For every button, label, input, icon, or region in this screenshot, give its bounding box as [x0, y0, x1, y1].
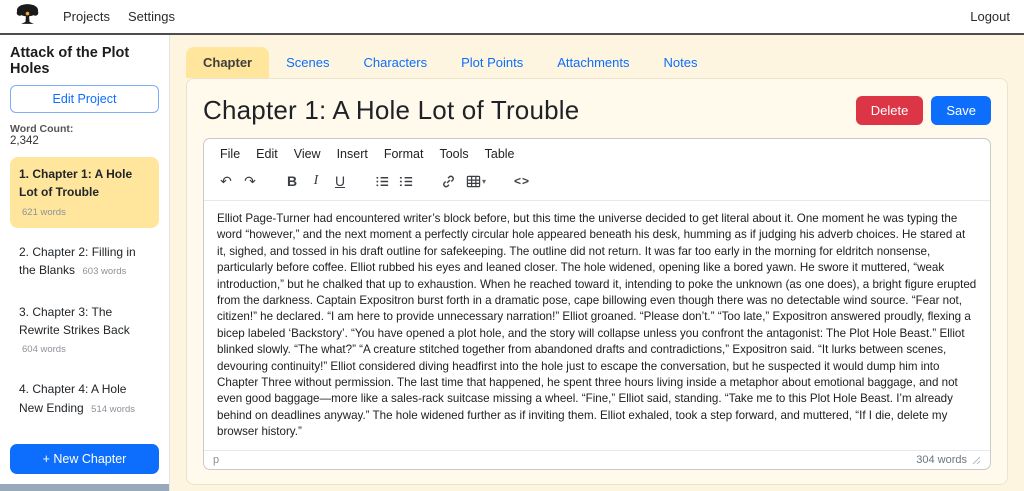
- code-group: <>: [510, 169, 534, 193]
- chapter-actions: Delete Save: [856, 96, 991, 125]
- editor-content-area[interactable]: Elliot Page-Turner had encountered write…: [204, 201, 990, 450]
- chevron-down-icon: ▾: [482, 177, 486, 186]
- history-group: ↶ ↷: [214, 169, 262, 193]
- word-count-label: Word Count:: [10, 123, 159, 135]
- menu-edit[interactable]: Edit: [248, 144, 286, 164]
- section-tabs: Chapter Scenes Characters Plot Points At…: [186, 47, 1008, 78]
- chapter-list-item-4[interactable]: 4. Chapter 4: A Hole New Ending 514 word…: [10, 372, 159, 425]
- sidebar-horizontal-scrollbar: [0, 484, 169, 491]
- redo-icon[interactable]: ↷: [238, 169, 262, 193]
- format-group: B I U: [280, 169, 352, 193]
- nav-link-projects[interactable]: Projects: [63, 9, 110, 24]
- resize-handle-icon[interactable]: [972, 456, 981, 465]
- scrollbar-thumb[interactable]: [0, 484, 169, 491]
- menu-view[interactable]: View: [286, 144, 329, 164]
- chapter-title: 3. Chapter 3: The Rewrite Strikes Back: [19, 305, 130, 337]
- underline-button[interactable]: U: [328, 169, 352, 193]
- menu-format[interactable]: Format: [376, 144, 432, 164]
- tab-scenes[interactable]: Scenes: [269, 47, 346, 78]
- delete-chapter-button[interactable]: Delete: [856, 96, 924, 125]
- edit-project-button[interactable]: Edit Project: [10, 85, 159, 113]
- tab-characters[interactable]: Characters: [347, 47, 445, 78]
- top-navbar: Projects Settings Logout: [0, 0, 1024, 35]
- chapter-list-item-2[interactable]: 2. Chapter 2: Filling in the Blanks 603 …: [10, 235, 159, 288]
- nav-link-settings[interactable]: Settings: [128, 9, 175, 24]
- table-icon[interactable]: ▾: [460, 169, 492, 193]
- app-window: Projects Settings Logout Attack of the P…: [0, 0, 1024, 491]
- editor-toolbar: ↶ ↷ B I U: [204, 164, 990, 201]
- tree-logo-icon: [14, 1, 41, 33]
- list-group: [370, 169, 418, 193]
- numbered-list-icon[interactable]: [394, 169, 418, 193]
- source-code-icon[interactable]: <>: [510, 169, 534, 193]
- logout-link[interactable]: Logout: [970, 9, 1010, 24]
- tab-notes[interactable]: Notes: [647, 47, 715, 78]
- menu-tools[interactable]: Tools: [431, 144, 476, 164]
- editor-menubar: File Edit View Insert Format Tools Table: [204, 139, 990, 164]
- project-sidebar: Attack of the Plot Holes Edit Project Wo…: [0, 35, 170, 491]
- chapter-list-item-1[interactable]: 1. Chapter 1: A Hole Lot of Trouble 621 …: [10, 157, 159, 228]
- bold-button[interactable]: B: [280, 169, 304, 193]
- tab-attachments[interactable]: Attachments: [540, 47, 646, 78]
- save-chapter-button[interactable]: Save: [931, 96, 991, 125]
- tab-plot-points[interactable]: Plot Points: [444, 47, 540, 78]
- chapter-header-row: Chapter 1: A Hole Lot of Trouble Delete …: [203, 95, 991, 126]
- chapter-word-count: 604 words: [22, 344, 66, 355]
- editor-statusbar: p 304 words: [204, 450, 990, 469]
- tab-chapter[interactable]: Chapter: [186, 47, 269, 78]
- word-count-value: 2,342: [10, 135, 159, 147]
- undo-icon[interactable]: ↶: [214, 169, 238, 193]
- insert-group: ▾: [436, 169, 492, 193]
- chapter-card: Chapter 1: A Hole Lot of Trouble Delete …: [186, 78, 1008, 485]
- bullet-list-icon[interactable]: [370, 169, 394, 193]
- project-title: Attack of the Plot Holes: [10, 45, 159, 77]
- menu-table[interactable]: Table: [477, 144, 523, 164]
- link-icon[interactable]: [436, 169, 460, 193]
- chapter-body-text: Elliot Page-Turner had encountered write…: [217, 211, 977, 441]
- element-path: p: [213, 454, 219, 466]
- menu-insert[interactable]: Insert: [329, 144, 376, 164]
- new-chapter-button[interactable]: + New Chapter: [10, 444, 159, 474]
- rich-text-editor: File Edit View Insert Format Tools Table…: [203, 138, 991, 470]
- italic-button[interactable]: I: [304, 169, 328, 193]
- main-content: Chapter Scenes Characters Plot Points At…: [170, 35, 1024, 491]
- chapter-word-count: 603 words: [83, 266, 127, 277]
- body-row: Attack of the Plot Holes Edit Project Wo…: [0, 35, 1024, 491]
- chapter-word-count: 621 words: [22, 207, 66, 218]
- chapter-title: 1. Chapter 1: A Hole Lot of Trouble: [19, 167, 132, 199]
- chapter-heading: Chapter 1: A Hole Lot of Trouble: [203, 95, 579, 126]
- chapter-list-item-3[interactable]: 3. Chapter 3: The Rewrite Strikes Back 6…: [10, 295, 159, 366]
- chapter-word-count: 514 words: [91, 404, 135, 415]
- editor-word-count[interactable]: 304 words: [916, 454, 967, 466]
- app-logo[interactable]: [14, 1, 41, 33]
- menu-file[interactable]: File: [212, 144, 248, 164]
- statusbar-right: 304 words: [916, 454, 981, 466]
